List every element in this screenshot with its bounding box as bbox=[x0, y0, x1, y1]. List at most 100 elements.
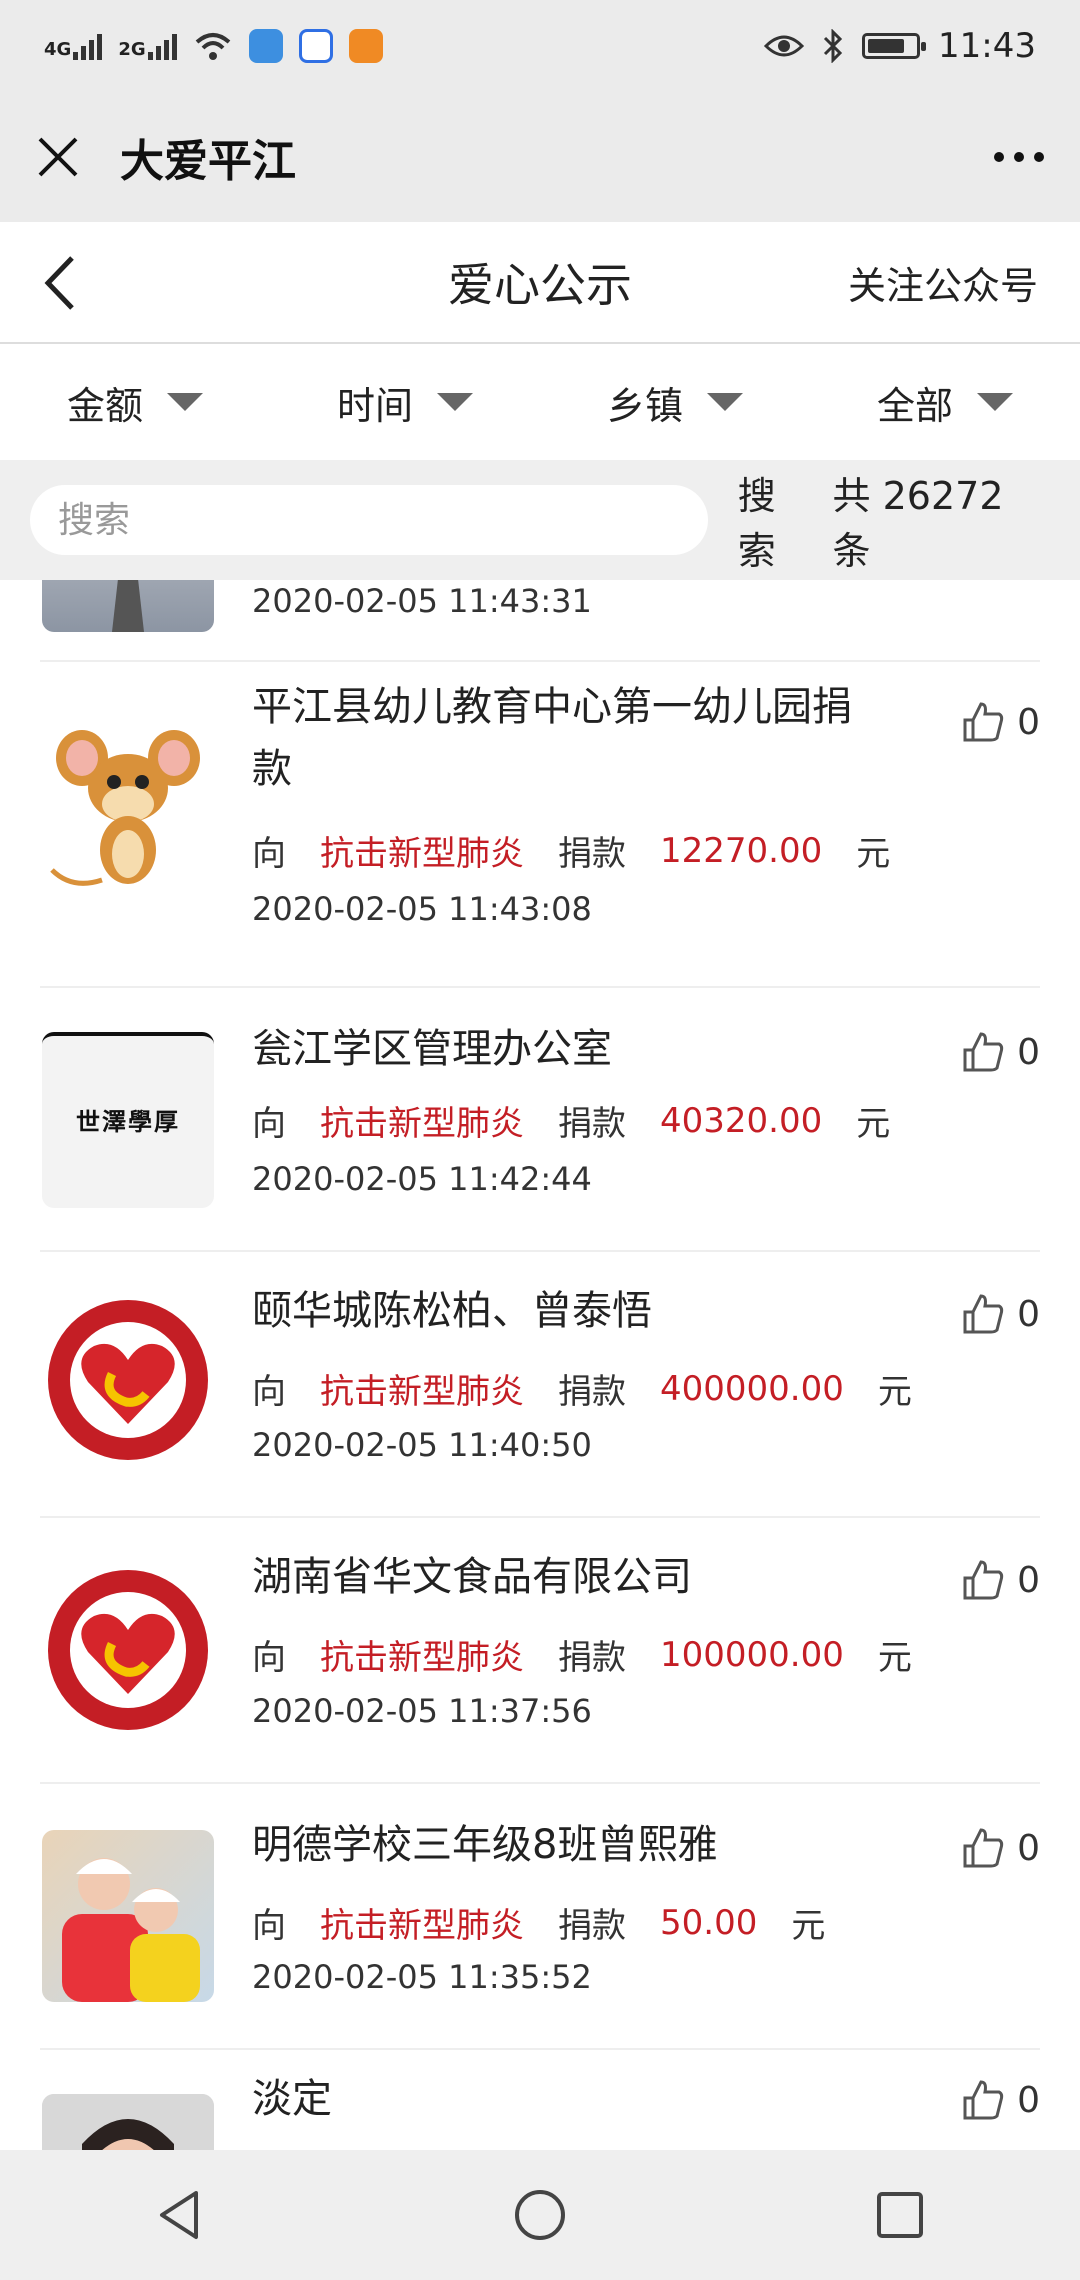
list-item[interactable]: 湖南省华文食品有限公司 0 向 抗击新型肺炎 捐款 100000.00 元 20… bbox=[40, 1516, 1040, 1784]
follow-account-button[interactable]: 关注公众号 bbox=[848, 255, 1038, 310]
close-icon[interactable] bbox=[36, 135, 80, 179]
filter-amount[interactable]: 金额 bbox=[0, 344, 270, 460]
wifi-icon bbox=[195, 33, 230, 60]
filter-label: 乡镇 bbox=[606, 383, 683, 428]
avatar bbox=[42, 720, 214, 892]
kids-photo-icon bbox=[62, 1858, 200, 2002]
avatar bbox=[42, 580, 214, 632]
search-row: 搜索 共 26272 条 bbox=[0, 460, 1080, 580]
amount: 50.00 bbox=[660, 1902, 758, 1943]
like-button[interactable]: 0 bbox=[961, 2078, 1040, 2122]
like-button[interactable]: 0 bbox=[961, 700, 1040, 744]
amount: 100000.00 bbox=[660, 1634, 844, 1675]
donor-name: 颐华城陈松柏、曾泰悟 bbox=[252, 1288, 652, 1334]
dropdown-caret-icon bbox=[977, 393, 1013, 411]
like-count: 0 bbox=[1017, 1827, 1040, 1869]
avatar bbox=[42, 1564, 214, 1736]
to-label: 向 bbox=[252, 1638, 286, 1678]
status-bar: 4G 2G 11:43 bbox=[0, 0, 1080, 92]
filter-time[interactable]: 时间 bbox=[270, 344, 540, 460]
to-label: 向 bbox=[252, 1906, 286, 1946]
thumbs-up-icon bbox=[963, 1032, 1004, 1072]
thumbs-up-icon bbox=[963, 2080, 1004, 2120]
filter-label: 全部 bbox=[876, 383, 953, 428]
list-item[interactable]: 平江县幼儿教育中心第一幼儿园捐款 0 向 抗击新型肺炎 捐款 12270.00 … bbox=[40, 660, 1040, 988]
avatar bbox=[42, 1294, 214, 1466]
filter-label: 金额 bbox=[66, 383, 143, 428]
baidu-app-icon bbox=[298, 29, 333, 63]
triangle-back-icon[interactable] bbox=[152, 2187, 208, 2243]
cause-label: 抗击新型肺炎 bbox=[320, 1638, 524, 1678]
donor-name: 瓮江学区管理办公室 bbox=[252, 1026, 612, 1072]
dapj-logo-icon bbox=[48, 1570, 208, 1730]
avatar bbox=[42, 1830, 214, 2002]
amount: 12270.00 bbox=[660, 830, 823, 871]
filter-label: 时间 bbox=[336, 383, 413, 428]
to-label: 向 bbox=[252, 1372, 286, 1412]
avatar: 世澤學厚 bbox=[42, 1032, 214, 1208]
like-count: 0 bbox=[1017, 701, 1040, 743]
dropdown-caret-icon bbox=[437, 393, 473, 411]
unit: 元 bbox=[877, 1638, 912, 1678]
video-app-icon bbox=[348, 29, 383, 63]
cause-label: 抗击新型肺炎 bbox=[320, 1372, 524, 1412]
cartoon-mouse-icon bbox=[50, 730, 200, 886]
list-item[interactable]: 2020-02-05 11:43:31 bbox=[40, 580, 1040, 662]
eye-icon bbox=[764, 35, 805, 57]
dropdown-caret-icon bbox=[167, 393, 203, 411]
donation-list: 2020-02-05 11:43:31 平江县幼儿教育中心第一幼儿园捐款 0 向… bbox=[0, 580, 1080, 2150]
donor-name: 湖南省华文食品有限公司 bbox=[252, 1554, 692, 1600]
donate-label: 捐款 bbox=[558, 834, 626, 874]
list-item[interactable]: 明德学校三年级8班曾熙雅 0 向 抗击新型肺炎 捐款 50.00 元 2020-… bbox=[40, 1782, 1040, 2050]
donate-label: 捐款 bbox=[558, 1638, 626, 1678]
square-recents-icon[interactable] bbox=[872, 2187, 928, 2243]
wechat-top-bar: 大爱平江 bbox=[0, 92, 1080, 222]
list-item[interactable]: 淡定 0 bbox=[40, 2048, 1040, 2150]
donate-label: 捐款 bbox=[558, 1104, 626, 1144]
donation-date: 2020-02-05 11:43:08 bbox=[252, 890, 592, 928]
avatar bbox=[42, 2094, 214, 2150]
search-button[interactable]: 搜索 bbox=[738, 465, 813, 575]
like-button[interactable]: 0 bbox=[961, 1826, 1040, 1870]
circle-home-icon[interactable] bbox=[512, 2187, 568, 2243]
donation-date: 2020-02-05 11:42:44 bbox=[252, 1160, 592, 1198]
donation-detail: 向 抗击新型肺炎 捐款 100000.00 元 bbox=[252, 1630, 946, 1679]
donor-name: 平江县幼儿教育中心第一幼儿园捐款 bbox=[252, 684, 852, 792]
shield-app-icon bbox=[248, 29, 283, 63]
cause-label: 抗击新型肺炎 bbox=[320, 1104, 524, 1144]
search-input[interactable] bbox=[30, 485, 708, 555]
thumbs-up-icon bbox=[963, 1828, 1004, 1868]
donate-label: 捐款 bbox=[558, 1906, 626, 1946]
like-count: 0 bbox=[1017, 1031, 1040, 1073]
to-label: 向 bbox=[252, 1104, 286, 1144]
donation-detail: 向 抗击新型肺炎 捐款 12270.00 元 bbox=[252, 826, 924, 875]
donate-label: 捐款 bbox=[558, 1372, 626, 1412]
dropdown-caret-icon bbox=[707, 393, 743, 411]
page-title: 大爱平江 bbox=[120, 136, 296, 187]
donation-detail: 向 抗击新型肺炎 捐款 400000.00 元 bbox=[252, 1364, 946, 1413]
dapj-logo-icon bbox=[48, 1300, 208, 1460]
donation-detail: 向 抗击新型肺炎 捐款 40320.00 元 bbox=[252, 1096, 924, 1145]
nav-bar: 爱心公示 关注公众号 bbox=[0, 222, 1080, 344]
thumbs-up-icon bbox=[963, 1560, 1004, 1600]
list-item[interactable]: 世澤學厚 瓮江学区管理办公室 0 向 抗击新型肺炎 捐款 40320.00 元 … bbox=[40, 986, 1040, 1252]
donation-date: 2020-02-05 11:37:56 bbox=[252, 1692, 592, 1730]
unit: 元 bbox=[856, 834, 891, 874]
filter-all[interactable]: 全部 bbox=[810, 344, 1080, 460]
thumbs-up-icon bbox=[963, 702, 1004, 742]
thumbs-up-icon bbox=[963, 1294, 1004, 1334]
like-button[interactable]: 0 bbox=[961, 1292, 1040, 1336]
cause-label: 抗击新型肺炎 bbox=[320, 834, 524, 874]
donation-detail: 向 抗击新型肺炎 捐款 50.00 元 bbox=[252, 1898, 859, 1947]
like-button[interactable]: 0 bbox=[961, 1558, 1040, 1602]
list-item[interactable]: 颐华城陈松柏、曾泰悟 0 向 抗击新型肺炎 捐款 400000.00 元 202… bbox=[40, 1250, 1040, 1518]
filter-township[interactable]: 乡镇 bbox=[540, 344, 810, 460]
more-icon[interactable] bbox=[994, 152, 1044, 162]
like-button[interactable]: 0 bbox=[961, 1030, 1040, 1074]
amount: 400000.00 bbox=[660, 1368, 844, 1409]
clock: 11:43 bbox=[938, 26, 1036, 66]
person-photo-icon bbox=[42, 2094, 214, 2150]
bluetooth-icon bbox=[823, 29, 843, 63]
donation-date: 2020-02-05 11:40:50 bbox=[252, 1426, 592, 1464]
signal-4g-icon: 4G bbox=[44, 32, 103, 60]
